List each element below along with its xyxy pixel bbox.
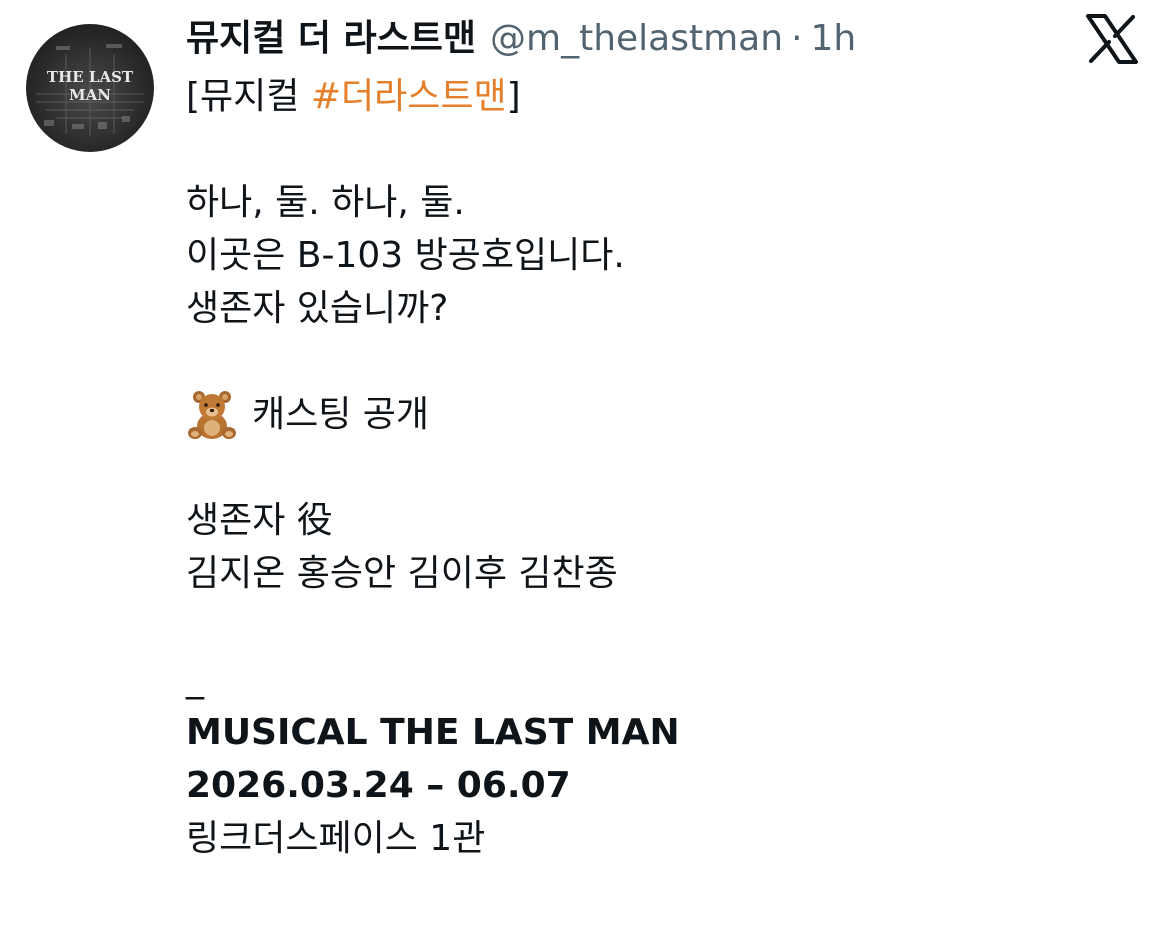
teddy-bear-icon	[188, 390, 236, 439]
hashtag-link[interactable]: #더라스트맨	[311, 76, 507, 117]
user-handle[interactable]: @m_thelastman	[490, 14, 783, 64]
post-line-3: 생존자 있습니까?	[186, 288, 449, 329]
post-header: 뮤지컬 더 라스트맨 @m_thelastman · 1h	[186, 14, 856, 64]
casting-label: 캐스팅 공개	[252, 394, 430, 435]
post-body: [뮤지컬 #더라스트맨] 하나, 둘. 하나, 둘. 이곳은 B-103 방공호…	[186, 70, 1126, 865]
post-line-title: MUSICAL THE LAST MAN	[186, 712, 680, 753]
post-time[interactable]: 1h	[811, 14, 857, 64]
avatar-logo-text: THE LAST MAN	[46, 68, 134, 104]
bracket-close: ]	[506, 76, 521, 117]
intro-prefix: 뮤지컬	[200, 76, 311, 117]
post-line-1: 하나, 둘. 하나, 둘.	[186, 182, 465, 223]
avatar[interactable]: THE LAST MAN	[26, 24, 154, 152]
post-line-cast: 김지온 홍승안 김이후 김찬종	[186, 553, 618, 594]
post-line-venue: 링크더스페이스 1관	[186, 818, 486, 859]
post-line-intro: [뮤지컬 #더라스트맨]	[186, 70, 1126, 123]
post-line-role: 생존자 役	[186, 500, 333, 541]
bracket-open: [	[186, 76, 201, 117]
post-line-2: 이곳은 B-103 방공호입니다.	[186, 235, 625, 276]
x-logo-icon[interactable]	[1086, 14, 1138, 64]
display-name[interactable]: 뮤지컬 더 라스트맨	[186, 14, 476, 64]
post-line-dates: 2026.03.24 – 06.07	[186, 765, 571, 806]
post-line-casting: 캐스팅 공개	[186, 388, 1126, 441]
separator-dot: ·	[791, 18, 803, 59]
post-line-dash: _	[186, 659, 204, 700]
